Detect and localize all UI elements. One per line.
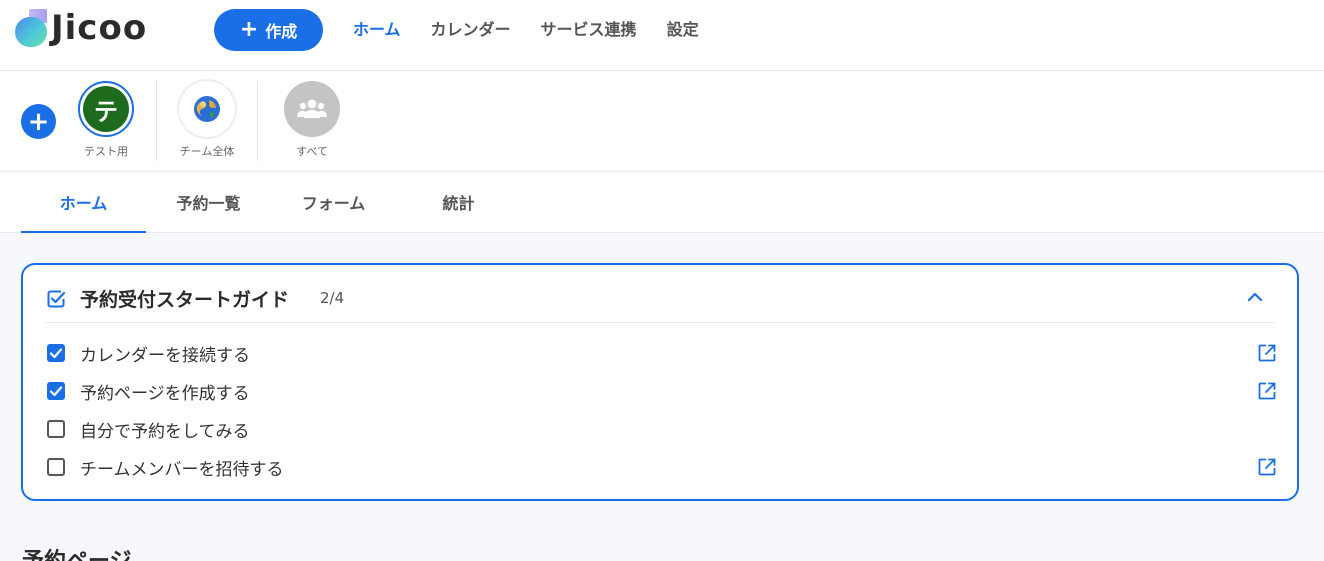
team-item-test[interactable]: テ テスト用 (66, 81, 146, 159)
task-try-booking[interactable]: 自分で予約をしてみる (47, 415, 1277, 443)
tab-forms[interactable]: フォーム (271, 172, 396, 232)
top-header: Jicoo + 作成 ホーム カレンダー サービス連携 設定 (0, 0, 1324, 71)
task-connect-calendar[interactable]: カレンダーを接続する (47, 339, 1277, 367)
tab-stats[interactable]: 統計 (396, 172, 521, 232)
task-label: チームメンバーを招待する (80, 460, 284, 480)
external-link-icon[interactable] (1257, 381, 1277, 401)
start-guide-title: 予約受付スタートガイド (80, 289, 290, 311)
team-label: チーム全体 (179, 145, 235, 158)
team-item-all[interactable]: チーム全体 (167, 81, 247, 159)
plus-icon: + (239, 17, 259, 42)
start-guide-header[interactable]: 予約受付スタートガイド 2/4 (23, 265, 1297, 323)
checkbox-checked[interactable] (47, 344, 65, 362)
tab-bookings[interactable]: 予約一覧 (146, 172, 271, 232)
divider (257, 81, 258, 161)
globe-icon (179, 81, 235, 137)
divider (156, 81, 157, 161)
nav-home[interactable]: ホーム (353, 18, 401, 42)
team-switcher: + テ テスト用 チーム全体 すべて (0, 71, 1324, 172)
start-guide-card: 予約受付スタートガイド 2/4 カレンダーを接続する 予約ページを作成する 自分… (21, 263, 1299, 501)
tab-home[interactable]: ホーム (21, 172, 146, 233)
team-label: すべて (296, 145, 328, 158)
external-link-icon[interactable] (1257, 457, 1277, 477)
task-label: 自分で予約をしてみる (80, 422, 250, 442)
logo-text: Jicoo (51, 8, 148, 48)
checkbox-unchecked[interactable] (47, 458, 65, 476)
task-label: カレンダーを接続する (80, 346, 250, 366)
nav-calendar[interactable]: カレンダー (431, 18, 511, 42)
task-label: 予約ページを作成する (80, 384, 250, 404)
group-icon (284, 81, 340, 137)
booking-pages-heading: 予約ページ (22, 543, 132, 561)
checklist-icon (47, 290, 65, 308)
task-invite-members[interactable]: チームメンバーを招待する (47, 453, 1277, 481)
logo-mark-icon (15, 9, 47, 47)
team-avatar-ring: テ (78, 81, 134, 137)
nav-integrations[interactable]: サービス連携 (541, 18, 637, 42)
jicoo-logo[interactable]: Jicoo (15, 9, 147, 47)
add-team-button[interactable]: + (21, 104, 56, 139)
create-button-label: 作成 (265, 22, 298, 41)
start-guide-progress: 2/4 (320, 289, 345, 307)
task-create-booking-page[interactable]: 予約ページを作成する (47, 377, 1277, 405)
nav-settings[interactable]: 設定 (667, 18, 699, 42)
main-nav: ホーム カレンダー サービス連携 設定 (353, 18, 729, 42)
checkbox-unchecked[interactable] (47, 420, 65, 438)
external-link-icon[interactable] (1257, 343, 1277, 363)
team-avatar: テ (83, 86, 129, 132)
checkbox-checked[interactable] (47, 382, 65, 400)
chevron-up-icon[interactable] (1247, 291, 1263, 303)
team-label: テスト用 (84, 145, 128, 158)
page-tabs: ホーム 予約一覧 フォーム 統計 (0, 172, 1324, 233)
create-button[interactable]: + 作成 (214, 9, 323, 51)
team-item-everyone[interactable]: すべて (272, 81, 352, 159)
divider (45, 322, 1275, 323)
